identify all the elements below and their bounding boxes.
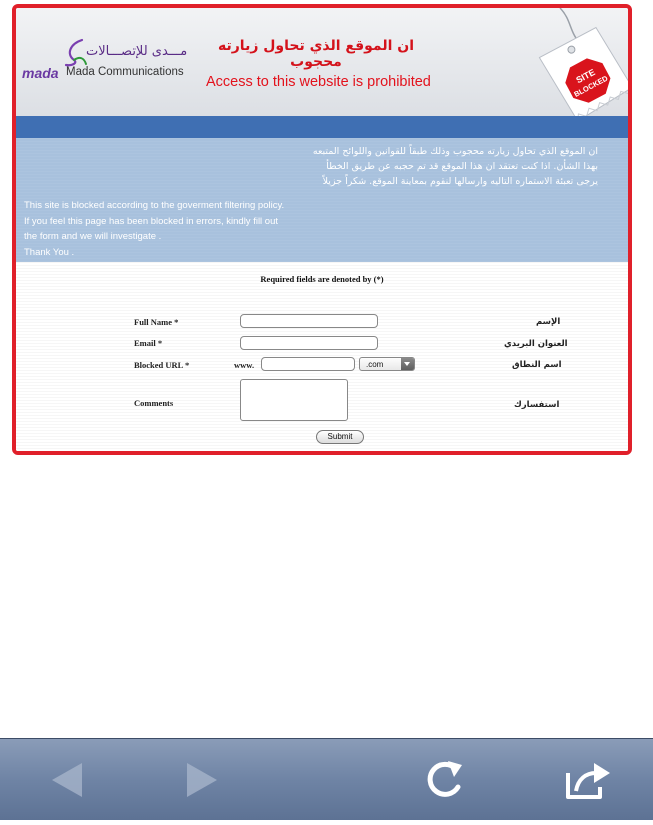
comments-label-arabic: استفسارك [514,400,560,410]
back-button[interactable] [30,739,110,820]
notice-arabic-line: بهذا الشأن. اذا كنت تعتقد ان هذا الموقع … [326,161,598,172]
url-prefix: www. [234,360,255,370]
back-arrow-icon [52,763,82,797]
logo-company-text: Mada Communications [66,66,184,78]
notice-arabic-line: يرجى تعبئة الاستماره التاليه وارسالها لن… [322,176,598,187]
full-name-label: Full Name * [134,317,179,327]
notice-arabic-line: ان الموقع الذي تحاول زيارته محجوب وذلك ط… [312,146,598,157]
page-title-arabic: ان الموقع الذي تحاول زيارته محجوب [218,38,414,70]
email-label: Email * [134,338,163,348]
share-button[interactable] [548,739,628,820]
chevron-down-icon [401,358,414,370]
browser-toolbar [0,738,653,820]
site-blocked-tag-icon: SITE BLOCKED [538,8,628,116]
forward-arrow-icon [187,763,217,797]
tld-select[interactable]: .com [359,357,415,371]
email-label-arabic: العنوان البريدي [504,339,568,349]
email-input[interactable] [240,336,378,350]
share-icon [566,763,610,799]
blocked-url-label: Blocked URL * [134,360,190,370]
notice-english-line: This site is blocked according to the go… [24,200,285,211]
notice-english: This site is blocked according to the go… [24,198,284,260]
submit-button[interactable]: Submit [316,430,364,444]
blocked-url-input[interactable] [261,357,355,371]
mada-logo: مـــدى للإتصـــالات mada Mada Communicat… [22,38,192,82]
blocked-url-label-arabic: اسم النطاق [512,360,562,370]
forward-button[interactable] [165,739,245,820]
reload-button[interactable] [410,739,480,820]
comments-textarea[interactable] [240,379,348,421]
comments-label: Comments [134,398,174,408]
logo-mada-text: mada [22,65,59,81]
notice-arabic: ان الموقع الذي تحاول زيارته محجوب وذلك ط… [218,144,598,189]
page-title: Access to this website is prohibited [206,74,431,90]
blue-divider-strip [16,116,628,138]
full-name-label-arabic: الإسم [536,317,561,327]
notice-english-line: the form and we will investigate . [24,231,162,242]
notice-english-line: If you feel this page has been blocked i… [24,215,279,227]
unblock-request-form: Required fields are denoted by (*) Full … [16,262,628,451]
tld-selected-value: .com [366,360,384,369]
notice-panel: ان الموقع الذي تحاول زيارته محجوب وذلك ط… [16,138,628,262]
logo-arabic-text: مـــدى للإتصـــالات [86,44,188,59]
required-fields-note: Required fields are denoted by (*) [260,274,384,284]
blocked-page-card: مـــدى للإتصـــالات mada Mada Communicat… [12,4,632,455]
notice-english-line: Thank You . [24,246,75,258]
full-name-input[interactable] [240,314,378,328]
logo-swirl-icon [64,38,87,67]
reload-icon [427,761,462,797]
blocked-header: مـــدى للإتصـــالات mada Mada Communicat… [16,8,628,116]
